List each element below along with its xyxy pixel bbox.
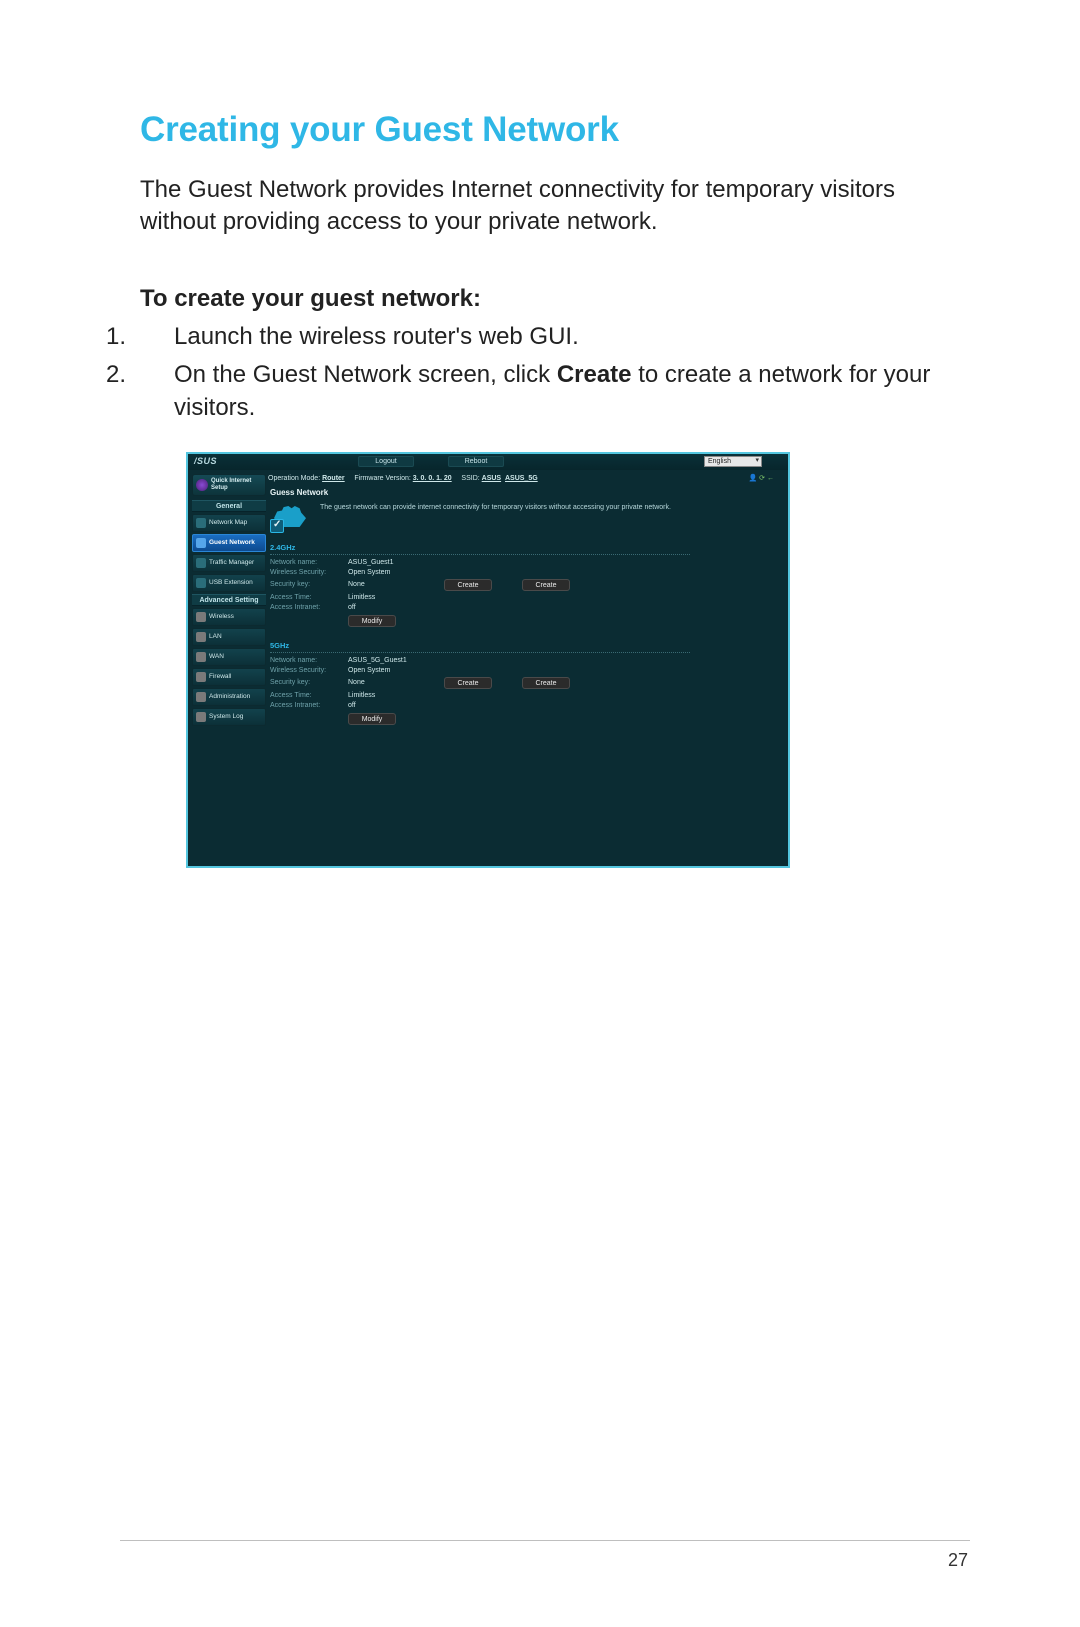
sidebar-header-general: General bbox=[192, 500, 266, 512]
band-5-label: 5GHz bbox=[270, 641, 782, 650]
guest-people-icon bbox=[270, 503, 312, 533]
footer-rule bbox=[120, 1540, 970, 1541]
step-1: 1.Launch the wireless router's web GUI. bbox=[140, 321, 960, 353]
wrench-icon bbox=[196, 632, 206, 642]
status-icons: 👤 ⟳ ← bbox=[749, 472, 774, 486]
page-number: 27 bbox=[948, 1550, 968, 1571]
qis-icon bbox=[196, 479, 208, 491]
create-button-5-2[interactable]: Create bbox=[444, 677, 492, 689]
sidebar-item-qis[interactable]: Quick Internet Setup bbox=[192, 474, 266, 496]
traffic-manager-icon bbox=[196, 558, 206, 568]
wrench-icon bbox=[196, 672, 206, 682]
sidebar: Quick Internet Setup General Network Map… bbox=[192, 474, 266, 726]
page-title: Creating your Guest Network bbox=[140, 110, 970, 150]
create-button-24-2[interactable]: Create bbox=[444, 579, 492, 591]
divider bbox=[270, 554, 690, 555]
sidebar-item-network-map[interactable]: Network Map bbox=[192, 514, 266, 532]
sidebar-item-usb-extension[interactable]: USB Extension bbox=[192, 574, 266, 592]
brand-logo: /SUS bbox=[194, 456, 217, 466]
intro-text: The Guest Network provides Internet conn… bbox=[140, 174, 960, 239]
main-panel: Guess Network The guest network can prov… bbox=[270, 488, 782, 860]
panel-hero: The guest network can provide internet c… bbox=[270, 503, 782, 533]
reboot-button[interactable]: Reboot bbox=[448, 456, 504, 467]
info-bar: Operation Mode: Router Firmware Version:… bbox=[268, 472, 780, 486]
wrench-icon bbox=[196, 692, 206, 702]
guest-network-icon bbox=[196, 538, 206, 548]
modify-button-5[interactable]: Modify bbox=[348, 713, 396, 725]
divider bbox=[270, 652, 690, 653]
band-24-grid: Network name:ASUS_Guest1 Wireless Securi… bbox=[270, 559, 690, 611]
sidebar-item-guest-network[interactable]: Guest Network bbox=[192, 534, 266, 552]
wrench-icon bbox=[196, 712, 206, 722]
step-2: 2.On the Guest Network screen, click Cre… bbox=[140, 359, 960, 424]
logout-button[interactable]: Logout bbox=[358, 456, 414, 467]
create-button-24-3[interactable]: Create bbox=[522, 579, 570, 591]
usb-extension-icon bbox=[196, 578, 206, 588]
manual-page: Creating your Guest Network The Guest Ne… bbox=[0, 0, 1080, 1627]
steps-list: 1.Launch the wireless router's web GUI. … bbox=[140, 321, 970, 424]
wrench-icon bbox=[196, 652, 206, 662]
band-5-grid: Network name:ASUS_5G_Guest1 Wireless Sec… bbox=[270, 657, 690, 709]
sidebar-item-firewall[interactable]: Firewall bbox=[192, 668, 266, 686]
sidebar-item-wireless[interactable]: Wireless bbox=[192, 608, 266, 626]
subheading: To create your guest network: bbox=[140, 285, 970, 313]
sidebar-item-wan[interactable]: WAN bbox=[192, 648, 266, 666]
sidebar-item-administration[interactable]: Administration bbox=[192, 688, 266, 706]
language-select[interactable]: English bbox=[704, 456, 762, 467]
panel-description: The guest network can provide internet c… bbox=[320, 503, 671, 533]
sidebar-header-advanced: Advanced Setting bbox=[192, 594, 266, 606]
sidebar-item-system-log[interactable]: System Log bbox=[192, 708, 266, 726]
panel-title: Guess Network bbox=[270, 488, 782, 497]
band-24-label: 2.4GHz bbox=[270, 543, 782, 552]
create-button-5-3[interactable]: Create bbox=[522, 677, 570, 689]
sidebar-item-traffic-manager[interactable]: Traffic Manager bbox=[192, 554, 266, 572]
wrench-icon bbox=[196, 612, 206, 622]
sidebar-item-lan[interactable]: LAN bbox=[192, 628, 266, 646]
router-screenshot: /SUS Logout Reboot English Operation Mod… bbox=[186, 452, 790, 868]
modify-button-24[interactable]: Modify bbox=[348, 615, 396, 627]
network-map-icon bbox=[196, 518, 206, 528]
